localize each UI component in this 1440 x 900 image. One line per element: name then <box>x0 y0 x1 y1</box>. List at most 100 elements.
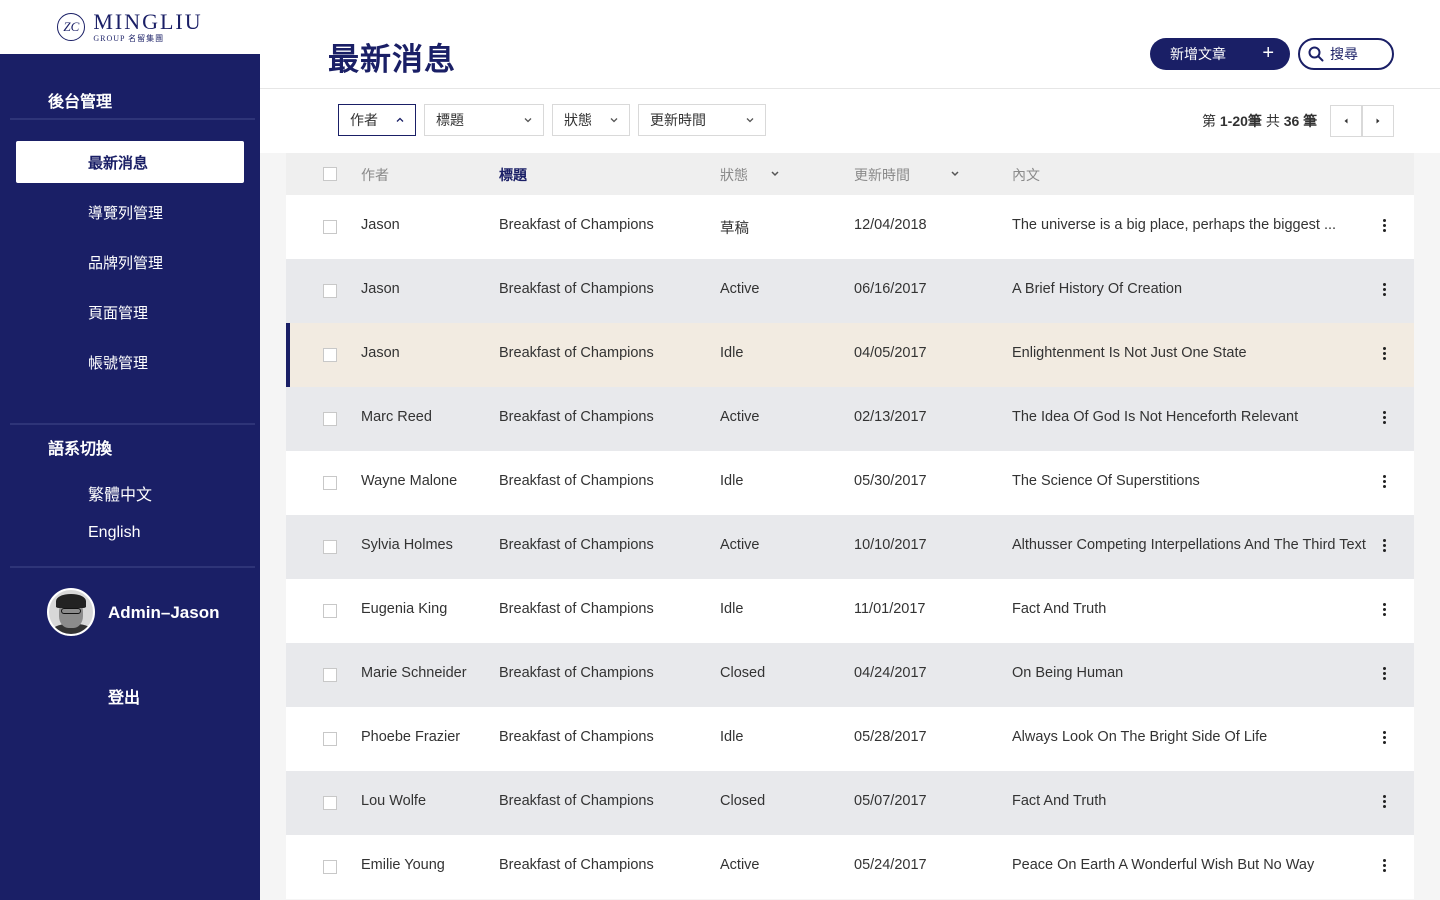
cell-status: Idle <box>720 729 744 745</box>
row-checkbox[interactable] <box>323 476 337 490</box>
table-row[interactable]: Sylvia Holmes Breakfast of Champions Activ… <box>286 515 1414 579</box>
cell-title: Breakfast of Champions <box>499 793 654 809</box>
logout-button[interactable]: 登出 <box>108 684 140 708</box>
table-row[interactable]: Jason Breakfast of Champions Idle 04/05/201… <box>286 323 1414 387</box>
filter-author-label: 作者 <box>350 112 378 128</box>
add-article-button[interactable]: 新增文章 + <box>1150 38 1290 70</box>
row-checkbox[interactable] <box>323 284 337 298</box>
avatar-hair <box>56 594 86 608</box>
cell-author: Eugenia King <box>361 601 448 617</box>
prev-page-button[interactable] <box>1330 105 1362 137</box>
logo[interactable]: ZC MINGLIU GROUP 名留集團 <box>0 0 260 54</box>
cell-title: Breakfast of Champions <box>499 217 654 233</box>
col-status[interactable]: 狀態 <box>720 165 748 185</box>
table-row[interactable]: Marie Schneider Breakfast of Champions Clo… <box>286 643 1414 707</box>
more-options-icon[interactable] <box>1383 539 1387 555</box>
cell-title: Breakfast of Champions <box>499 473 654 489</box>
filter-title[interactable]: 標題 <box>424 104 544 136</box>
add-article-label: 新增文章 <box>1170 46 1226 62</box>
row-checkbox[interactable] <box>323 796 337 810</box>
sidebar-item-navbar[interactable]: 導覽列管理 <box>16 191 244 233</box>
row-checkbox[interactable] <box>323 668 337 682</box>
divider <box>10 423 255 425</box>
next-page-button[interactable] <box>1362 105 1394 137</box>
cell-title: Breakfast of Champions <box>499 537 654 553</box>
sidebar-item-brands[interactable]: 品牌列管理 <box>16 241 244 283</box>
cell-status: Closed <box>720 665 766 681</box>
cell-content: Althusser Competing Interpellations And … <box>1012 537 1366 553</box>
cell-status: Active <box>720 857 760 873</box>
row-checkbox[interactable] <box>323 540 337 554</box>
sidebar-item-news[interactable]: 最新消息 <box>16 141 244 183</box>
row-checkbox[interactable] <box>323 860 337 874</box>
filter-status[interactable]: 狀態 <box>552 104 630 136</box>
table-row[interactable]: Jason Breakfast of Champions 草稿 12/04/2018 T… <box>286 195 1414 259</box>
more-options-icon[interactable] <box>1383 731 1387 747</box>
more-options-icon[interactable] <box>1383 603 1387 619</box>
chevron-down-icon[interactable] <box>770 169 780 179</box>
table-row[interactable]: Wayne Malone Breakfast of Champions Idle 05… <box>286 451 1414 515</box>
more-options-icon[interactable] <box>1383 667 1387 683</box>
row-checkbox[interactable] <box>323 412 337 426</box>
avatar[interactable] <box>47 588 95 636</box>
more-options-icon[interactable] <box>1383 347 1387 363</box>
brand-sub: GROUP 名留集團 <box>93 34 165 43</box>
row-checkbox[interactable] <box>323 348 337 362</box>
cell-content: The universe is a big place, perhaps the… <box>1012 217 1337 233</box>
lang-en[interactable]: English <box>88 524 140 542</box>
sidebar-item-accounts[interactable]: 帳號管理 <box>16 341 244 383</box>
chevron-up-icon <box>396 117 404 122</box>
row-checkbox[interactable] <box>323 604 337 618</box>
search-input[interactable]: 搜尋 <box>1298 38 1394 70</box>
select-all-checkbox[interactable] <box>323 167 337 181</box>
cell-author: Jason <box>361 345 400 361</box>
cell-author: Jason <box>361 281 400 297</box>
sidebar: ZC MINGLIU GROUP 名留集團 後台管理 最新消息 導覽列管理 品牌… <box>0 0 260 900</box>
chevron-down-icon[interactable] <box>950 169 960 179</box>
col-author[interactable]: 作者 <box>361 165 389 185</box>
table-row[interactable]: Marc Reed Breakfast of Champions Active 02/… <box>286 387 1414 451</box>
section-title-lang: 語系切換 <box>48 441 113 458</box>
table-row[interactable]: Lou Wolfe Breakfast of Champions Closed 05/… <box>286 771 1414 835</box>
logo-text: MINGLIU GROUP 名留集團 <box>93 11 202 43</box>
filter-updated[interactable]: 更新時間 <box>638 104 766 136</box>
cell-updated: 11/01/2017 <box>854 601 926 617</box>
divider <box>10 118 255 120</box>
divider <box>10 566 255 568</box>
cell-content: Enlightenment Is Not Just One State <box>1012 345 1247 361</box>
cell-status: Active <box>720 537 760 553</box>
cell-author: Wayne Malone <box>361 473 458 489</box>
more-options-icon[interactable] <box>1383 219 1387 235</box>
cell-updated: 05/24/2017 <box>854 857 927 873</box>
more-options-icon[interactable] <box>1383 795 1387 811</box>
table-row[interactable]: Emilie Young Breakfast of Champions Active… <box>286 835 1414 899</box>
articles-table: 作者 標題 狀態 更新時間 內文 Jason Breakfast of Champ… <box>286 153 1414 899</box>
cell-title: Breakfast of Champions <box>499 281 654 297</box>
more-options-icon[interactable] <box>1383 859 1387 875</box>
search-placeholder: 搜尋 <box>1330 46 1358 62</box>
table-row[interactable]: Jason Breakfast of Champions Active 06/16/2… <box>286 259 1414 323</box>
cell-updated: 05/07/2017 <box>854 793 927 809</box>
col-content: 內文 <box>1012 167 1040 183</box>
more-options-icon[interactable] <box>1383 283 1387 299</box>
more-options-icon[interactable] <box>1383 411 1387 427</box>
pagination-middle: 共 <box>1265 113 1280 129</box>
col-title[interactable]: 標題 <box>499 165 527 185</box>
chevron-down-icon <box>524 118 532 123</box>
search-icon <box>1308 46 1324 62</box>
row-checkbox[interactable] <box>323 220 337 234</box>
table-row[interactable]: Eugenia King Breakfast of Champions Idle 11… <box>286 579 1414 643</box>
pagination-total: 36 <box>1283 113 1300 129</box>
sidebar-item-pages[interactable]: 頁面管理 <box>16 291 244 333</box>
more-options-icon[interactable] <box>1383 475 1387 491</box>
cell-title: Breakfast of Champions <box>499 409 654 425</box>
col-updated[interactable]: 更新時間 <box>854 165 910 185</box>
user-name[interactable]: Admin–Jason <box>108 603 219 623</box>
table-body: Jason Breakfast of Champions 草稿 12/04/2018 T… <box>286 195 1414 899</box>
cell-author: Phoebe Frazier <box>361 729 461 745</box>
row-checkbox[interactable] <box>323 732 337 746</box>
lang-zh-tw[interactable]: 繁體中文 <box>88 481 152 505</box>
table-row[interactable]: Phoebe Frazier Breakfast of Champions Idle… <box>286 707 1414 771</box>
filter-author[interactable]: 作者 <box>338 104 416 136</box>
cell-status: Active <box>720 281 760 297</box>
